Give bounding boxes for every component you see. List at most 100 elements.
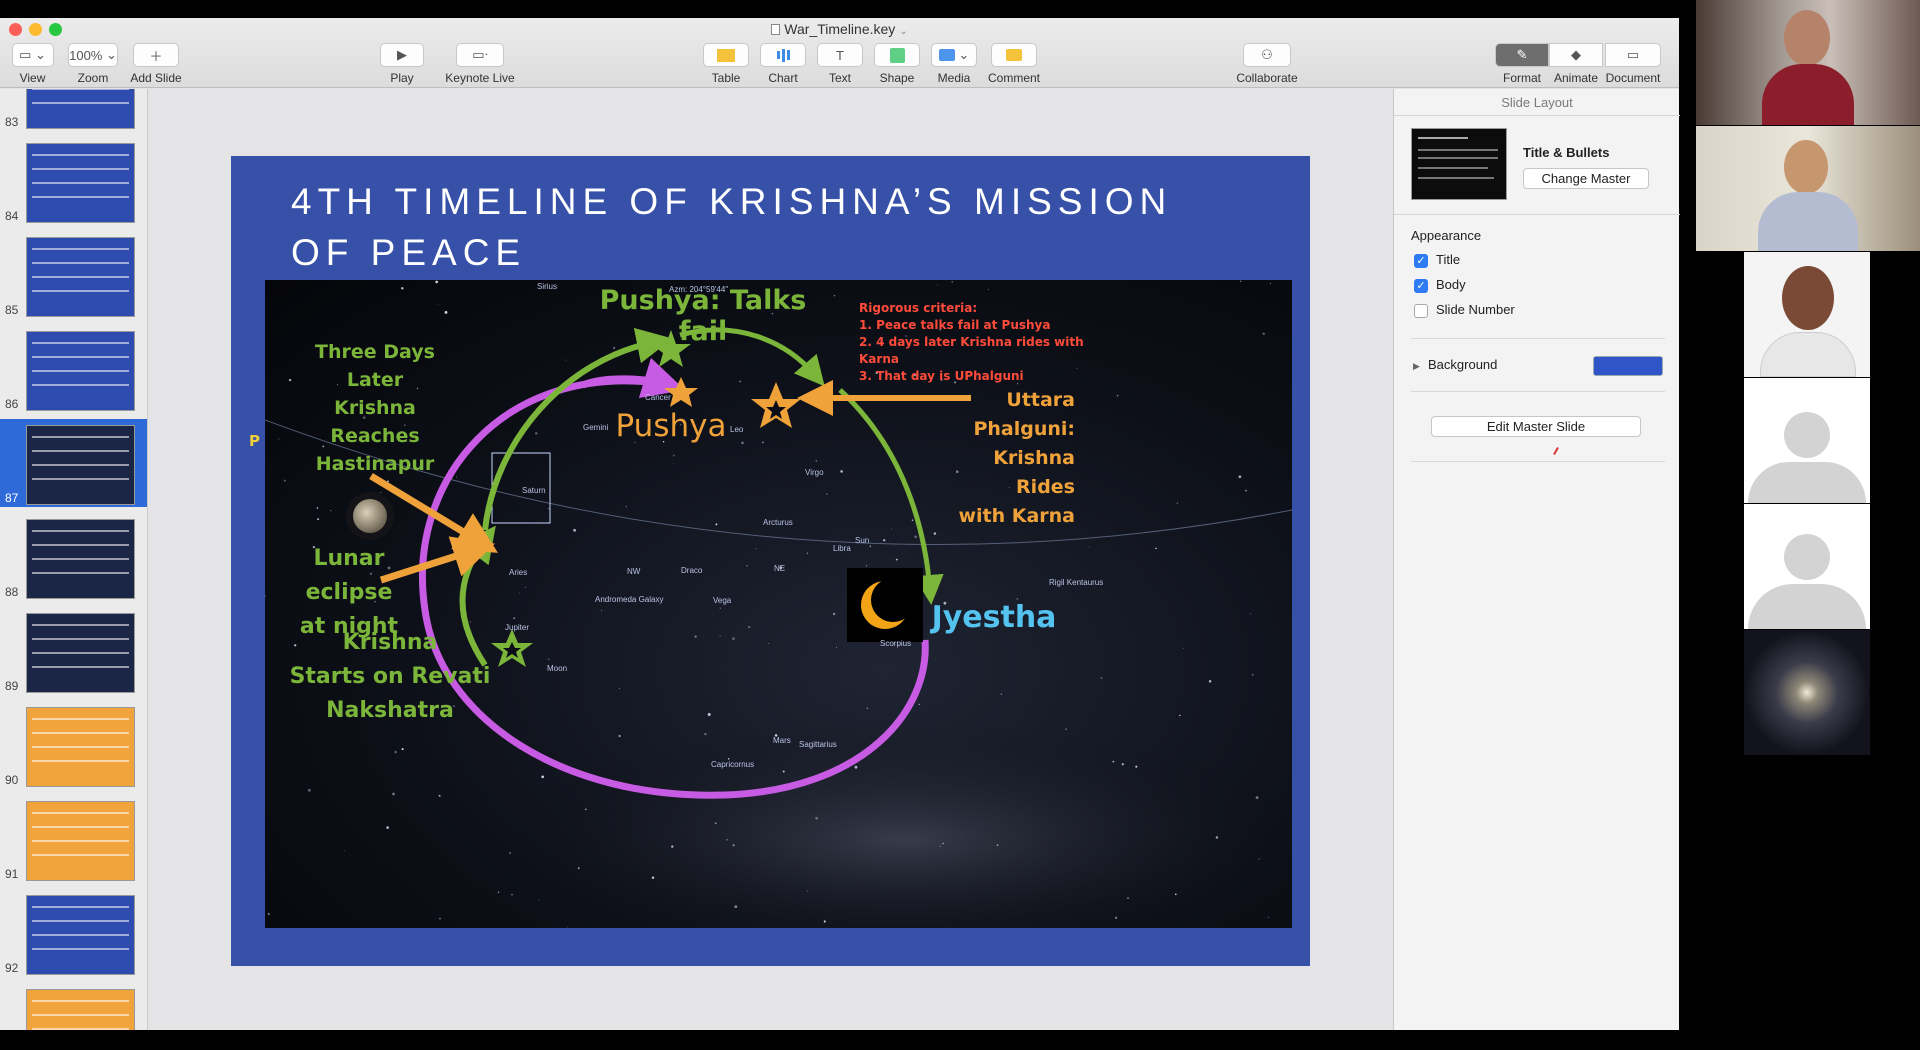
star-dot xyxy=(933,532,937,535)
slide-thumbnail-row[interactable]: 87 xyxy=(0,419,147,507)
format-tab[interactable]: ✎ Format xyxy=(1495,43,1549,85)
table-button[interactable]: Table xyxy=(703,43,749,85)
edit-master-slide-button[interactable]: Edit Master Slide xyxy=(1431,416,1641,437)
paintbrush-icon: ✎ xyxy=(1495,43,1549,67)
slide-thumbnail-row[interactable]: 86 xyxy=(0,325,147,413)
label-libra: Libra xyxy=(833,544,851,553)
star-map-image[interactable]: Azm: 204°59'44" Sirius Cancer Gemini Leo… xyxy=(265,280,1292,928)
bottom-black-bar xyxy=(0,1030,1920,1050)
slide-thumbnail[interactable] xyxy=(26,89,135,129)
disclosure-triangle-icon[interactable]: ▶ xyxy=(1413,361,1420,372)
slide-thumbnail-row[interactable]: 83 xyxy=(0,89,147,131)
slide-thumbnail[interactable] xyxy=(26,707,135,787)
text-button[interactable]: T Text xyxy=(817,43,863,85)
star-dot xyxy=(625,506,627,508)
thumbnail-text-line xyxy=(32,1014,129,1016)
collaborate-button[interactable]: ⚇ Collaborate xyxy=(1235,43,1299,85)
slide-number: 88 xyxy=(5,585,19,599)
thumbnail-text-line xyxy=(32,290,129,292)
thumbnail-text-line xyxy=(32,478,129,480)
slide-thumbnail-row[interactable]: 89 xyxy=(0,607,147,695)
add-slide-button[interactable]: ＋ Add Slide xyxy=(128,43,184,85)
participant-video-3[interactable] xyxy=(1696,252,1920,377)
thumbnail-text-line xyxy=(32,464,129,466)
slide-canvas: 4TH TIMELINE OF KRISHNA’S MISSION OF PEA… xyxy=(149,89,1393,1030)
star-dot xyxy=(538,899,540,901)
chart-icon xyxy=(760,43,806,67)
star-dot xyxy=(694,635,697,638)
slide-thumbnail-row[interactable]: 88 xyxy=(0,513,147,601)
participant-video-1[interactable] xyxy=(1696,0,1920,125)
shape-icon xyxy=(874,43,920,67)
document-icon xyxy=(771,24,781,35)
divider xyxy=(1394,115,1680,116)
participant-placeholder-1[interactable] xyxy=(1696,378,1920,503)
zoom-button[interactable]: 100% ⌄ Zoom xyxy=(68,43,118,85)
view-button[interactable]: ▭ ⌄ View xyxy=(10,43,55,85)
star-dot xyxy=(704,732,707,736)
comment-button[interactable]: Comment xyxy=(986,43,1042,85)
label-sagittarius: Sagittarius xyxy=(799,740,837,749)
slide-thumbnail-row[interactable]: 92 xyxy=(0,889,147,977)
change-master-button[interactable]: Change Master xyxy=(1523,168,1649,189)
slide-thumbnail[interactable] xyxy=(26,801,135,881)
slide-thumbnail[interactable] xyxy=(26,989,135,1030)
star-dot xyxy=(651,876,655,879)
keynote-live-button[interactable]: ▭ᐧ Keynote Live xyxy=(442,43,518,85)
body-checkbox[interactable]: ✓ xyxy=(1414,279,1428,293)
star-dot xyxy=(484,533,488,537)
thumbnail-text-line xyxy=(32,906,129,908)
participant-galaxy-avatar[interactable] xyxy=(1696,630,1920,755)
media-button[interactable]: ⌄ Media xyxy=(931,43,977,85)
plus-icon: ＋ xyxy=(133,43,179,67)
background-color-well[interactable] xyxy=(1593,356,1663,376)
play-button[interactable]: ▶ Play xyxy=(380,43,424,85)
slide-thumbnail-row[interactable]: 91 xyxy=(0,795,147,883)
slide-number-checkbox[interactable] xyxy=(1414,304,1428,318)
star-dot xyxy=(455,476,457,478)
chevron-down-icon[interactable]: ⌄ xyxy=(899,26,907,37)
slide-thumbnail-row[interactable]: 84 xyxy=(0,137,147,225)
thumbnail-text-line xyxy=(32,248,129,250)
document-tab[interactable]: ▭ Document xyxy=(1603,43,1663,85)
star-dot xyxy=(869,545,872,547)
star-dot xyxy=(1239,280,1242,282)
star-dot xyxy=(401,748,404,751)
label-vega: Vega xyxy=(713,596,732,605)
slide-title[interactable]: 4TH TIMELINE OF KRISHNA’S MISSION OF PEA… xyxy=(291,176,1251,278)
star-dot xyxy=(1267,916,1270,919)
slide-number: 85 xyxy=(5,303,19,317)
appearance-heading: Appearance xyxy=(1411,228,1482,243)
slide-thumbnail[interactable] xyxy=(26,143,135,223)
star-dot xyxy=(1088,546,1090,548)
slide-thumbnail[interactable] xyxy=(26,519,135,599)
star-dot xyxy=(548,658,550,660)
slide-navigator[interactable]: 83 84 85 86 87 88 89 90 91 92 xyxy=(0,89,148,1030)
master-thumbnail[interactable] xyxy=(1411,128,1507,200)
slide-thumbnail[interactable] xyxy=(26,331,135,411)
slide-thumbnail[interactable] xyxy=(26,895,135,975)
slide-thumbnail[interactable] xyxy=(26,237,135,317)
shape-button[interactable]: Shape xyxy=(874,43,920,85)
slide-thumbnail-row[interactable]: 85 xyxy=(0,231,147,319)
slide-thumbnail[interactable] xyxy=(26,613,135,693)
slide-thumbnail-row[interactable] xyxy=(0,983,147,1030)
title-checkbox[interactable]: ✓ xyxy=(1414,254,1428,268)
star-dot xyxy=(497,891,500,894)
star-dot xyxy=(278,438,280,440)
keynote-live-icon: ▭ᐧ xyxy=(456,43,504,67)
participant-placeholder-2[interactable] xyxy=(1696,504,1920,629)
star-dot xyxy=(316,507,319,509)
participant-video-2[interactable] xyxy=(1696,126,1920,251)
slide[interactable]: 4TH TIMELINE OF KRISHNA’S MISSION OF PEA… xyxy=(231,156,1310,966)
body-option-label: Body xyxy=(1436,277,1466,292)
star-dot xyxy=(826,493,828,495)
animate-tab[interactable]: ◆ Animate xyxy=(1549,43,1603,85)
document-panel-icon: ▭ xyxy=(1605,43,1661,67)
thumbnail-text-line xyxy=(32,196,129,198)
slide-thumbnail[interactable] xyxy=(26,425,135,505)
chart-button[interactable]: Chart xyxy=(760,43,806,85)
star-dot xyxy=(612,346,616,350)
slide-thumbnail-row[interactable]: 90 xyxy=(0,701,147,789)
star-dot xyxy=(1112,760,1115,763)
